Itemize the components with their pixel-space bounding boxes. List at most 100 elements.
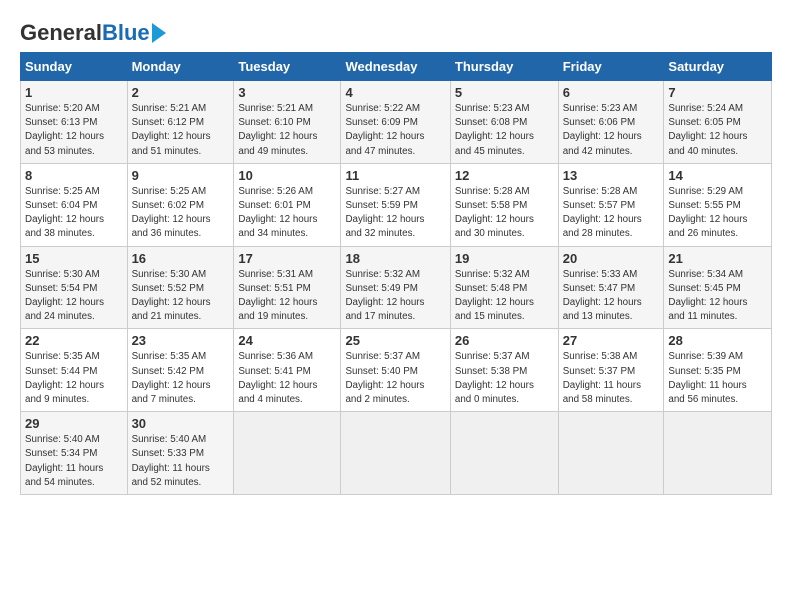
calendar-cell: 11 Sunrise: 5:27 AMSunset: 5:59 PMDayligh… [341,163,450,246]
day-detail: Sunrise: 5:25 AMSunset: 6:04 PMDaylight:… [25,185,123,242]
day-detail: Sunrise: 5:29 AMSunset: 5:55 PMDaylight:… [668,185,767,242]
calendar-cell: 22Sunrise: 5:35 AMSunset: 5:44 PMDayligh… [21,329,128,412]
calendar-cell: 25 Sunrise: 5:37 AMSunset: 5:40 PMDayligh… [341,329,450,412]
calendar-cell: 13 Sunrise: 5:28 AMSunset: 5:57 PMDayligh… [558,163,664,246]
calendar-table: SundayMondayTuesdayWednesdayThursdayFrid… [20,52,772,495]
day-detail: Sunrise: 5:35 AMSunset: 5:42 PMDaylight:… [132,350,230,407]
day-detail: Sunrise: 5:31 AMSunset: 5:51 PMDaylight:… [238,268,336,325]
day-number: 13 [563,168,660,183]
col-header-tuesday: Tuesday [234,53,341,81]
day-detail: Sunrise: 5:21 AMSunset: 6:12 PMDaylight:… [132,102,230,159]
calendar-cell: 7 Sunrise: 5:24 AMSunset: 6:05 PMDaylight… [664,81,772,164]
calendar-cell: 24 Sunrise: 5:36 AMSunset: 5:41 PMDayligh… [234,329,341,412]
week-row-4: 22Sunrise: 5:35 AMSunset: 5:44 PMDayligh… [21,329,772,412]
calendar-cell: 3Sunrise: 5:21 AMSunset: 6:10 PMDaylight… [234,81,341,164]
header-row: SundayMondayTuesdayWednesdayThursdayFrid… [21,53,772,81]
calendar-cell [664,412,772,495]
calendar-cell: 16Sunrise: 5:30 AMSunset: 5:52 PMDayligh… [127,246,234,329]
week-row-1: 1 Sunrise: 5:20 AMSunset: 6:13 PMDaylight… [21,81,772,164]
day-number: 4 [345,85,445,100]
col-header-friday: Friday [558,53,664,81]
day-number: 5 [455,85,554,100]
day-number: 6 [563,85,660,100]
day-number: 10 [238,168,336,183]
day-detail: Sunrise: 5:22 AMSunset: 6:09 PMDaylight:… [345,102,445,159]
col-header-sunday: Sunday [21,53,128,81]
day-detail: Sunrise: 5:38 AMSunset: 5:37 PMDaylight:… [563,350,660,407]
day-number: 26 [455,333,554,348]
day-detail: Sunrise: 5:30 AMSunset: 5:54 PMDaylight:… [25,268,123,325]
day-detail: Sunrise: 5:24 AMSunset: 6:05 PMDaylight:… [668,102,767,159]
col-header-monday: Monday [127,53,234,81]
day-detail: Sunrise: 5:36 AMSunset: 5:41 PMDaylight:… [238,350,336,407]
day-number: 1 [25,85,123,100]
calendar-cell: 10 Sunrise: 5:26 AMSunset: 6:01 PMDayligh… [234,163,341,246]
day-detail: Sunrise: 5:35 AMSunset: 5:44 PMDaylight:… [25,350,123,407]
calendar-cell: 9 Sunrise: 5:25 AMSunset: 6:02 PMDaylight… [127,163,234,246]
day-number: 24 [238,333,336,348]
calendar-cell: 6 Sunrise: 5:23 AMSunset: 6:06 PMDaylight… [558,81,664,164]
day-number: 21 [668,251,767,266]
calendar-cell [341,412,450,495]
day-detail: Sunrise: 5:37 AMSunset: 5:38 PMDaylight:… [455,350,554,407]
day-detail: Sunrise: 5:28 AMSunset: 5:57 PMDaylight:… [563,185,660,242]
day-detail: Sunrise: 5:25 AMSunset: 6:02 PMDaylight:… [132,185,230,242]
day-number: 2 [132,85,230,100]
col-header-saturday: Saturday [664,53,772,81]
calendar-cell: 12 Sunrise: 5:28 AMSunset: 5:58 PMDayligh… [450,163,558,246]
day-number: 17 [238,251,336,266]
calendar-cell: 5Sunrise: 5:23 AMSunset: 6:08 PMDaylight… [450,81,558,164]
day-detail: Sunrise: 5:27 AMSunset: 5:59 PMDaylight:… [345,185,445,242]
calendar-cell [234,412,341,495]
calendar-cell: 18 Sunrise: 5:32 AMSunset: 5:49 PMDayligh… [341,246,450,329]
logo: GeneralBlue [20,22,166,44]
day-detail: Sunrise: 5:28 AMSunset: 5:58 PMDaylight:… [455,185,554,242]
logo-text: GeneralBlue [20,22,150,44]
calendar-cell: 21Sunrise: 5:34 AMSunset: 5:45 PMDayligh… [664,246,772,329]
day-number: 20 [563,251,660,266]
calendar-cell: 20 Sunrise: 5:33 AMSunset: 5:47 PMDayligh… [558,246,664,329]
day-number: 23 [132,333,230,348]
day-detail: Sunrise: 5:23 AMSunset: 6:06 PMDaylight:… [563,102,660,159]
header: GeneralBlue [20,18,772,44]
calendar-cell: 28Sunrise: 5:39 AMSunset: 5:35 PMDayligh… [664,329,772,412]
day-number: 7 [668,85,767,100]
logo-arrow-icon [152,23,166,43]
day-number: 28 [668,333,767,348]
day-detail: Sunrise: 5:20 AMSunset: 6:13 PMDaylight:… [25,102,123,159]
day-number: 8 [25,168,123,183]
week-row-2: 8 Sunrise: 5:25 AMSunset: 6:04 PMDaylight… [21,163,772,246]
calendar-cell: 2 Sunrise: 5:21 AMSunset: 6:12 PMDaylight… [127,81,234,164]
page: GeneralBlue SundayMondayTuesdayWednesday… [0,0,792,505]
day-detail: Sunrise: 5:37 AMSunset: 5:40 PMDaylight:… [345,350,445,407]
calendar-cell: 26 Sunrise: 5:37 AMSunset: 5:38 PMDayligh… [450,329,558,412]
day-detail: Sunrise: 5:40 AMSunset: 5:34 PMDaylight:… [25,433,123,490]
calendar-cell: 4 Sunrise: 5:22 AMSunset: 6:09 PMDaylight… [341,81,450,164]
calendar-cell: 14 Sunrise: 5:29 AMSunset: 5:55 PMDayligh… [664,163,772,246]
day-number: 9 [132,168,230,183]
day-number: 19 [455,251,554,266]
calendar-cell: 15 Sunrise: 5:30 AMSunset: 5:54 PMDayligh… [21,246,128,329]
day-number: 25 [345,333,445,348]
day-number: 15 [25,251,123,266]
week-row-3: 15 Sunrise: 5:30 AMSunset: 5:54 PMDayligh… [21,246,772,329]
day-number: 30 [132,416,230,431]
calendar-cell: 27Sunrise: 5:38 AMSunset: 5:37 PMDayligh… [558,329,664,412]
calendar-cell [450,412,558,495]
calendar-cell: 1 Sunrise: 5:20 AMSunset: 6:13 PMDaylight… [21,81,128,164]
calendar-cell: 8 Sunrise: 5:25 AMSunset: 6:04 PMDaylight… [21,163,128,246]
calendar-cell: 19Sunrise: 5:32 AMSunset: 5:48 PMDayligh… [450,246,558,329]
day-number: 14 [668,168,767,183]
week-row-5: 29Sunrise: 5:40 AMSunset: 5:34 PMDayligh… [21,412,772,495]
day-number: 16 [132,251,230,266]
col-header-thursday: Thursday [450,53,558,81]
day-detail: Sunrise: 5:33 AMSunset: 5:47 PMDaylight:… [563,268,660,325]
day-number: 11 [345,168,445,183]
day-number: 3 [238,85,336,100]
day-detail: Sunrise: 5:32 AMSunset: 5:49 PMDaylight:… [345,268,445,325]
logo-blue: Blue [102,20,150,45]
calendar-cell [558,412,664,495]
day-detail: Sunrise: 5:26 AMSunset: 6:01 PMDaylight:… [238,185,336,242]
day-number: 18 [345,251,445,266]
day-number: 12 [455,168,554,183]
